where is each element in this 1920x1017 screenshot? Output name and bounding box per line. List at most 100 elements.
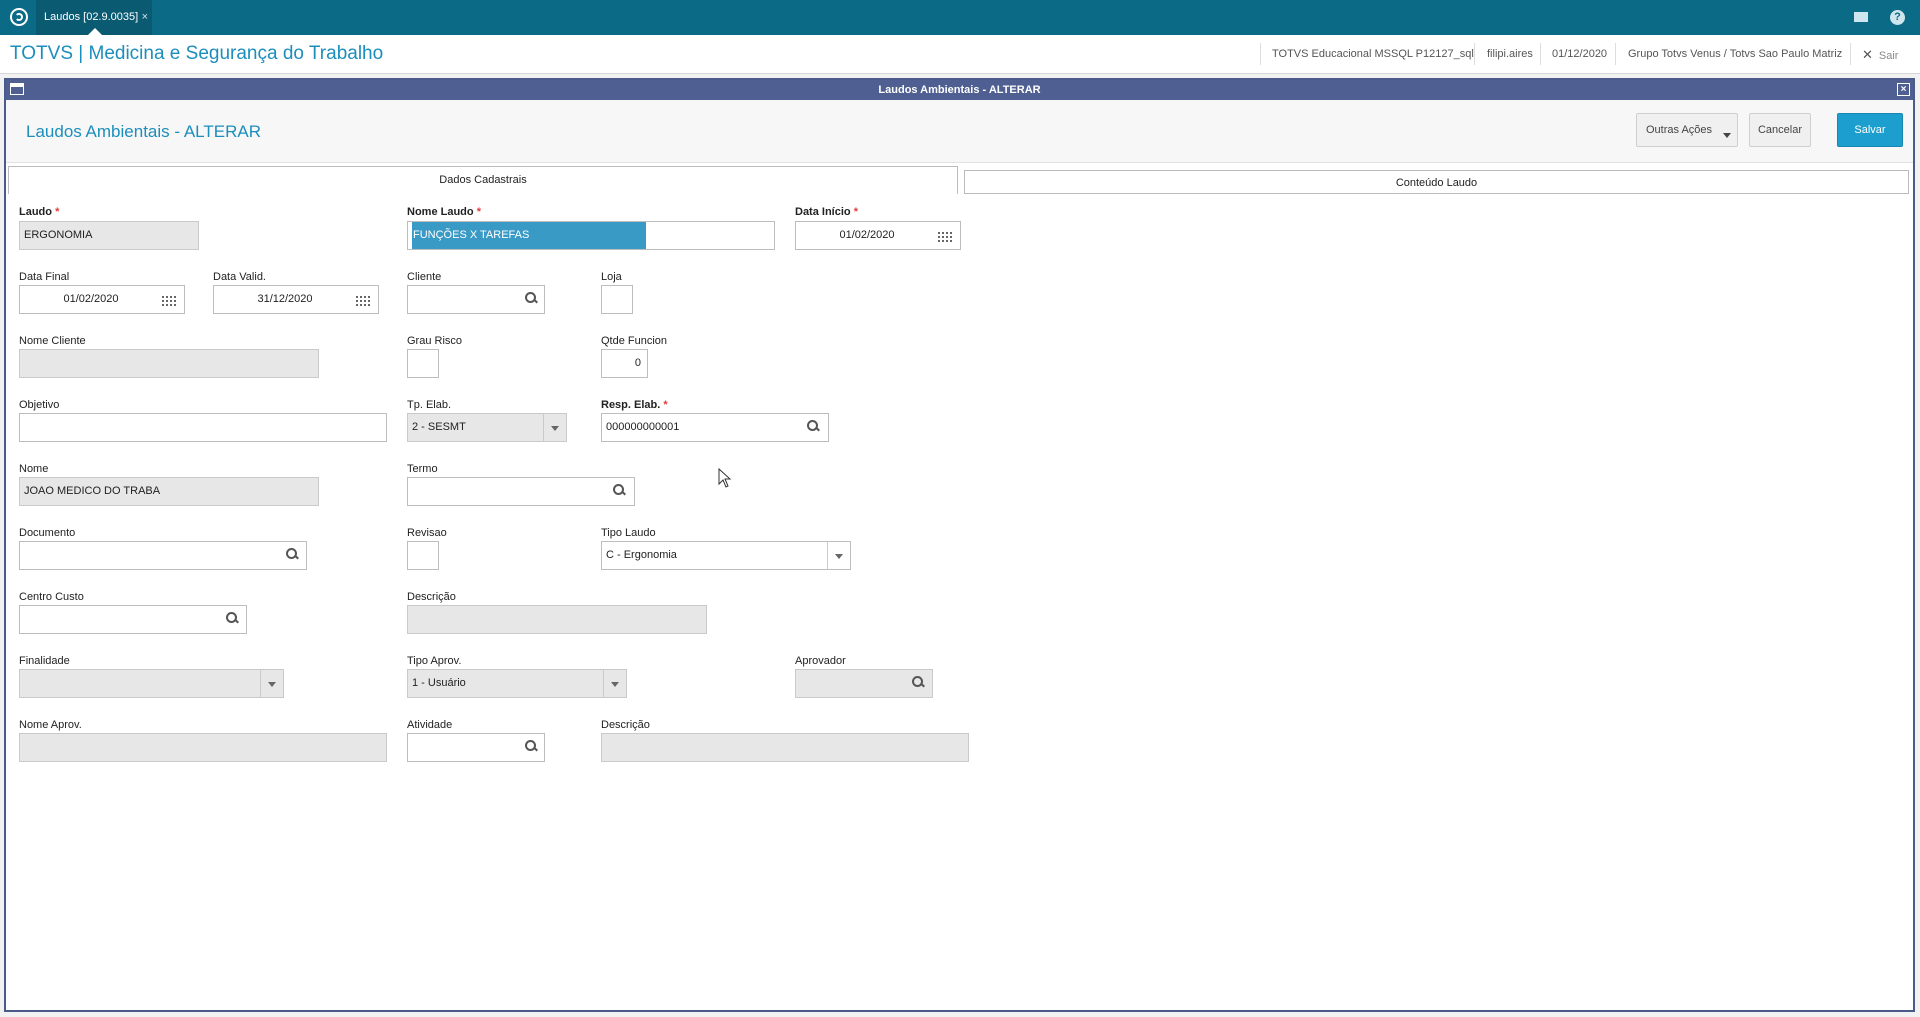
tab-bar: Dados Cadastrais Conteúdo Laudo	[6, 163, 1913, 194]
header-divider	[1540, 43, 1541, 65]
search-icon[interactable]	[524, 291, 538, 305]
outras-acoes-button[interactable]: Outras Ações	[1636, 113, 1738, 147]
tipo-aprov-value: 1 - Usuário	[412, 677, 466, 689]
tipo-laudo-select[interactable]: C - Ergonomia	[601, 541, 851, 570]
exit-button[interactable]: ✕ Sair	[1862, 47, 1898, 63]
chevron-down-icon[interactable]	[260, 670, 283, 697]
data-inicio-value: 01/02/2020	[839, 229, 895, 241]
loja-field[interactable]	[601, 285, 633, 314]
grau-risco-field[interactable]	[407, 349, 439, 378]
data-valid-label: Data Valid.	[213, 271, 266, 283]
page-header: Laudos Ambientais - ALTERAR Outras Ações…	[6, 100, 1913, 163]
resp-elab-label: Resp. Elab. *	[601, 399, 668, 411]
close-icon: ✕	[1862, 47, 1873, 62]
centro-custo-field[interactable]	[19, 605, 247, 634]
data-inicio-label: Data Início *	[795, 206, 858, 218]
window-close-icon[interactable]: ×	[1897, 83, 1910, 96]
tab-label: Laudos [02.9.0035]	[44, 11, 139, 23]
tipo-laudo-value: C - Ergonomia	[606, 549, 677, 561]
window-titlebar: Laudos Ambientais - ALTERAR ×	[6, 80, 1913, 100]
tipo-aprov-select[interactable]: 1 - Usuário	[407, 669, 627, 698]
help-icon[interactable]: ?	[1890, 10, 1905, 25]
loja-label: Loja	[601, 271, 622, 283]
nome-cliente-label: Nome Cliente	[19, 335, 86, 347]
tab-conteudo-laudo[interactable]: Conteúdo Laudo	[964, 170, 1909, 194]
header-divider	[1615, 43, 1616, 65]
search-icon[interactable]	[806, 419, 820, 433]
documento-label: Documento	[19, 527, 76, 539]
calendar-icon[interactable]	[356, 292, 370, 306]
top-bar: Laudos [02.9.0035] × ?	[0, 0, 1920, 35]
laudo-field[interactable]: ERGONOMIA	[19, 221, 199, 250]
chevron-down-icon[interactable]	[827, 542, 850, 569]
outras-acoes-label: Outras Ações	[1646, 124, 1713, 136]
nome-laudo-label: Nome Laudo *	[407, 206, 481, 218]
app-title: TOTVS | Medicina e Segurança do Trabalho	[10, 43, 384, 64]
totvs-logo-icon[interactable]	[10, 8, 28, 26]
atividade-label: Atividade	[407, 719, 453, 731]
centro-custo-label: Centro Custo	[19, 591, 84, 603]
mail-icon[interactable]	[1854, 12, 1868, 22]
descricao-field[interactable]	[407, 605, 707, 634]
calendar-icon[interactable]	[162, 292, 176, 306]
selected-text: FUNÇÕES X TAREFAS	[412, 222, 646, 249]
search-icon[interactable]	[225, 611, 239, 625]
search-icon[interactable]	[911, 675, 925, 689]
page-title: Laudos Ambientais - ALTERAR	[26, 122, 261, 141]
qtde-funcion-label: Qtde Funcion	[601, 335, 668, 347]
nome-laudo-field[interactable]: FUNÇÕES X TAREFAS	[407, 221, 775, 250]
cliente-label: Cliente	[407, 271, 442, 283]
nome-aprov-label: Nome Aprov.	[19, 719, 82, 731]
search-icon[interactable]	[612, 483, 626, 497]
data-valid-field[interactable]: 31/12/2020	[213, 285, 379, 314]
nome-cliente-field[interactable]	[19, 349, 319, 378]
exit-label: Sair	[1878, 50, 1899, 62]
tab-laudos[interactable]: Laudos [02.9.0035] ×	[36, 0, 152, 35]
data-valid-value: 31/12/2020	[257, 293, 313, 305]
tab-close-icon[interactable]: ×	[142, 0, 148, 34]
descricao-2-field[interactable]	[601, 733, 969, 762]
finalidade-select[interactable]	[19, 669, 284, 698]
chevron-down-icon[interactable]	[603, 670, 626, 697]
revisao-field[interactable]	[407, 541, 439, 570]
objetivo-field[interactable]	[19, 413, 387, 442]
data-final-label: Data Final	[19, 271, 70, 283]
data-final-value: 01/02/2020	[63, 293, 119, 305]
chevron-down-icon[interactable]	[543, 414, 566, 441]
termo-label: Termo	[407, 463, 438, 475]
data-inicio-field[interactable]: 01/02/2020	[795, 221, 961, 250]
tab-dados-cadastrais[interactable]: Dados Cadastrais	[8, 166, 958, 194]
header-divider	[1260, 43, 1261, 65]
termo-field[interactable]	[407, 477, 635, 506]
company-label: Grupo Totvs Venus / Totvs Sao Paulo Matr…	[1628, 48, 1843, 60]
search-icon[interactable]	[524, 739, 538, 753]
objetivo-label: Objetivo	[19, 399, 60, 411]
app-header: TOTVS | Medicina e Segurança do Trabalho…	[0, 35, 1920, 74]
calendar-icon[interactable]	[938, 228, 952, 242]
descricao-2-label: Descrição	[601, 719, 650, 731]
revisao-label: Revisao	[407, 527, 447, 539]
nome-field[interactable]: JOAO MEDICO DO TRABA	[19, 477, 319, 506]
search-icon[interactable]	[285, 547, 299, 561]
resp-elab-field[interactable]: 000000000001	[601, 413, 829, 442]
data-final-field[interactable]: 01/02/2020	[19, 285, 185, 314]
finalidade-label: Finalidade	[19, 655, 70, 667]
nome-label: Nome	[19, 463, 49, 475]
save-button[interactable]: Salvar	[1837, 113, 1903, 147]
tipo-laudo-label: Tipo Laudo	[601, 527, 656, 539]
tp-elab-value: 2 - SESMT	[412, 421, 466, 433]
cancel-button[interactable]: Cancelar	[1749, 113, 1811, 147]
laudo-label: Laudo *	[19, 206, 60, 218]
user-label: filipi.aires	[1487, 48, 1533, 60]
tipo-aprov-label: Tipo Aprov.	[407, 655, 462, 667]
header-divider	[1474, 43, 1475, 65]
nome-aprov-field[interactable]	[19, 733, 387, 762]
header-divider	[1850, 43, 1851, 65]
tp-elab-label: Tp. Elab.	[407, 399, 452, 411]
chevron-down-icon	[1723, 133, 1731, 138]
environment-label: TOTVS Educacional MSSQL P12127_sql	[1272, 48, 1474, 60]
qtde-funcion-field[interactable]: 0	[601, 349, 648, 378]
tp-elab-select[interactable]: 2 - SESMT	[407, 413, 567, 442]
grau-risco-label: Grau Risco	[407, 335, 463, 347]
documento-field[interactable]	[19, 541, 307, 570]
